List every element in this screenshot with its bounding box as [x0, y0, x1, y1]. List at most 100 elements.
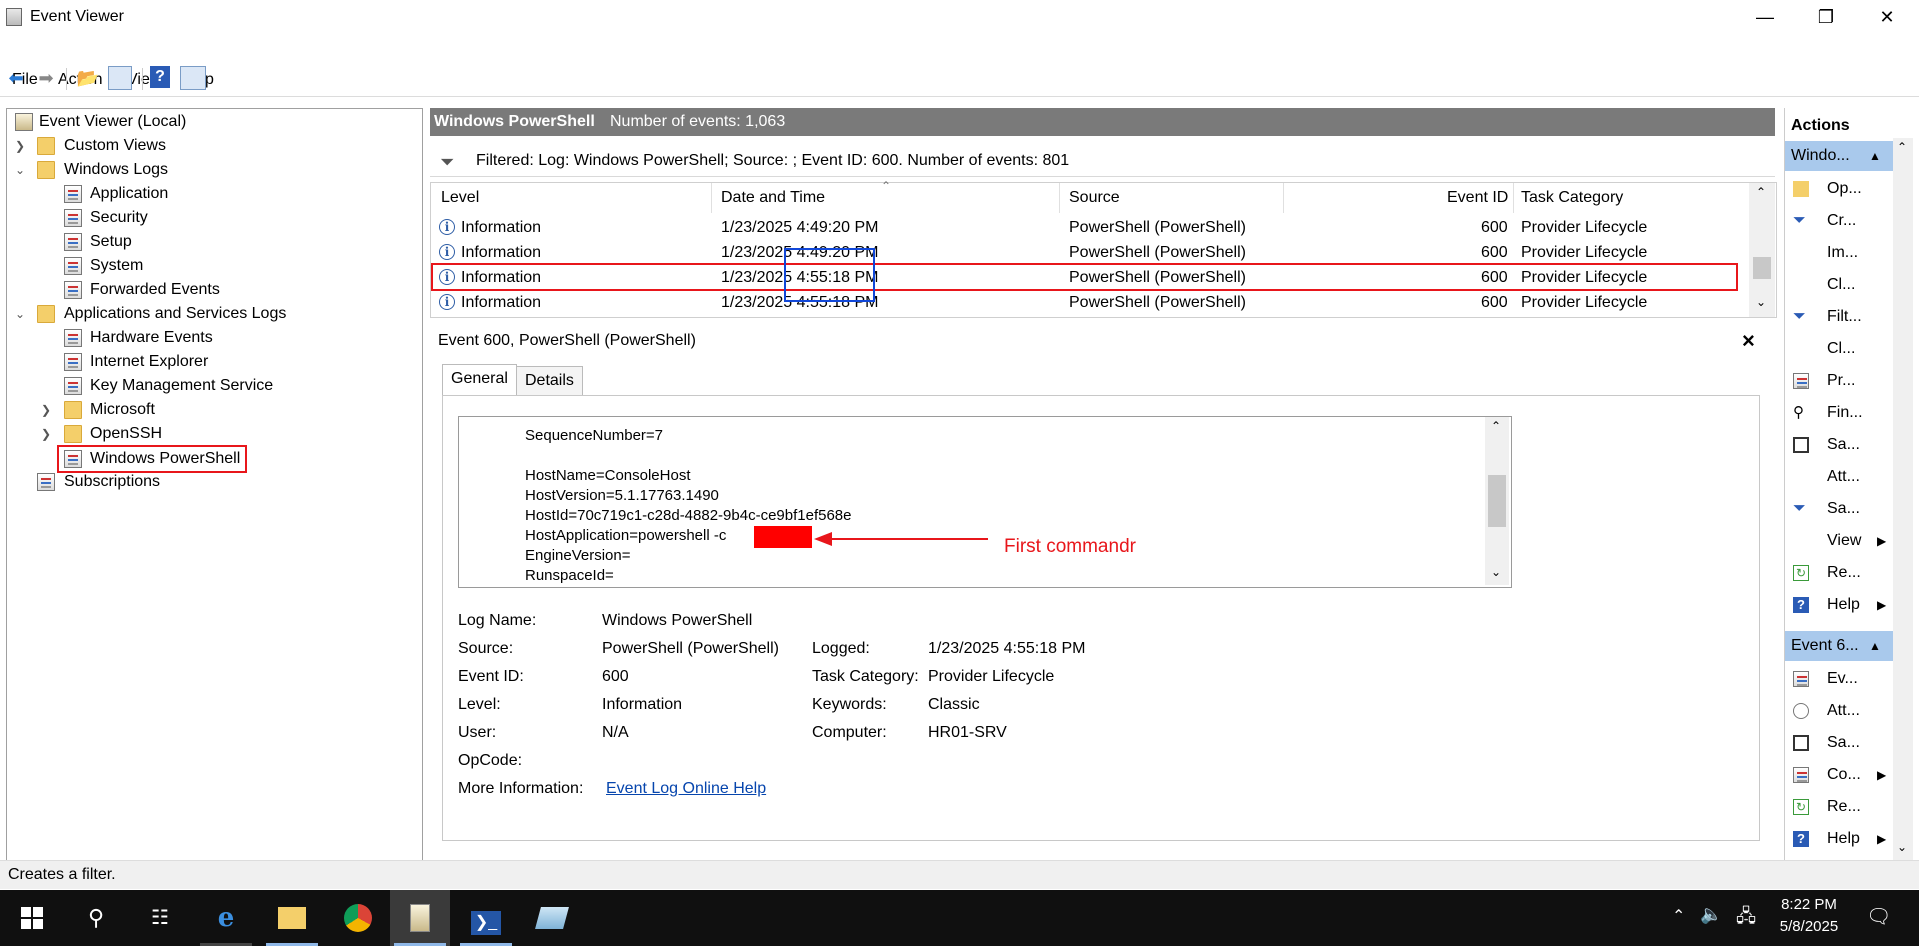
- collapse-chevron-icon[interactable]: ⌄: [13, 303, 27, 325]
- tree-item-windows-logs[interactable]: ⌄ Windows Logs: [7, 159, 407, 181]
- expand-chevron-icon[interactable]: ❯: [39, 423, 53, 445]
- show-hide-console-tree-icon[interactable]: [108, 66, 132, 90]
- action-help[interactable]: ? Help ▶: [1785, 589, 1891, 621]
- tree-item-security[interactable]: Security: [7, 207, 407, 229]
- tab-general[interactable]: General: [442, 364, 517, 396]
- tree-item-windows-powershell[interactable]: Windows PowerShell: [57, 445, 247, 473]
- subscriptions-icon: [37, 473, 55, 491]
- actions-scrollbar[interactable]: ⌃ ⌄: [1893, 138, 1913, 860]
- back-arrow-icon[interactable]: ⬅: [4, 66, 28, 90]
- tree-item-system[interactable]: System: [7, 255, 407, 277]
- chrome-icon[interactable]: [328, 890, 388, 946]
- clock-date[interactable]: 5/8/2025: [1774, 918, 1844, 935]
- tree-item-setup[interactable]: Setup: [7, 231, 407, 253]
- action-create-custom-view[interactable]: ⏷ Cr...: [1785, 205, 1891, 237]
- tree-item-custom-views[interactable]: ❯ Custom Views: [7, 135, 407, 157]
- section-event-600[interactable]: Event 6... ▲: [1785, 631, 1897, 661]
- expand-chevron-icon[interactable]: ❯: [39, 399, 53, 421]
- action-properties[interactable]: Pr...: [1785, 365, 1891, 397]
- action-clear-log[interactable]: Cl...: [1785, 269, 1891, 301]
- event-viewer-taskbar-icon[interactable]: [390, 890, 450, 946]
- close-detail-icon[interactable]: ×: [1742, 328, 1755, 354]
- section-windows-powershell[interactable]: Windo... ▲: [1785, 141, 1897, 171]
- action-find[interactable]: ⚲ Fin...: [1785, 397, 1891, 429]
- tree-item-forwarded-events[interactable]: Forwarded Events: [7, 279, 407, 301]
- show-hide-action-pane-icon[interactable]: [180, 66, 206, 90]
- action-import[interactable]: Im...: [1785, 237, 1891, 269]
- tree-item-applications-and-services-logs[interactable]: ⌄ Applications and Services Logs: [7, 303, 407, 325]
- tree-item-microsoft[interactable]: ❯ Microsoft: [7, 399, 407, 421]
- filter-save-icon: ⏷: [1793, 500, 1806, 517]
- help-icon[interactable]: ?: [150, 66, 170, 88]
- label-event-id: Event ID:: [458, 668, 524, 685]
- tree-item-application[interactable]: Application: [7, 183, 407, 205]
- event-message-box[interactable]: SequenceNumber=7 HostName=ConsoleHost Ho…: [458, 416, 1512, 588]
- tree-item-internet-explorer[interactable]: Internet Explorer: [7, 351, 407, 373]
- server-manager-icon[interactable]: [522, 890, 582, 946]
- scroll-up-icon[interactable]: ⌃: [1756, 185, 1766, 199]
- event-log-online-help-link[interactable]: Event Log Online Help: [606, 780, 766, 798]
- tree-item-openssh[interactable]: ❯ OpenSSH: [7, 423, 407, 445]
- tree-item-key-management-service[interactable]: Key Management Service: [7, 375, 407, 397]
- start-windows-icon[interactable]: [2, 890, 62, 946]
- column-divider[interactable]: [711, 183, 712, 213]
- task-view-icon[interactable]: ☷: [130, 890, 190, 946]
- table-row[interactable]: i Information 1/23/2025 4:55:18 PM Power…: [431, 291, 1746, 316]
- action-center-icon[interactable]: 🗨: [1866, 904, 1891, 929]
- column-header-event-id[interactable]: Event ID: [1447, 189, 1508, 207]
- up-folder-icon[interactable]: 📂: [76, 66, 100, 90]
- scroll-up-icon[interactable]: ⌃: [1897, 140, 1907, 154]
- action-open[interactable]: Op...: [1785, 173, 1891, 205]
- powershell-icon[interactable]: ❯_: [456, 890, 516, 946]
- action-view[interactable]: View ▶: [1785, 525, 1891, 557]
- action-save-selected[interactable]: Sa...: [1785, 727, 1891, 759]
- collapse-chevron-icon[interactable]: ⌄: [13, 159, 27, 181]
- collapse-up-icon[interactable]: ▲: [1869, 141, 1881, 171]
- tree-item-subscriptions[interactable]: Subscriptions: [7, 471, 407, 493]
- column-header-source[interactable]: Source: [1069, 189, 1120, 207]
- table-scrollbar[interactable]: ⌃ ⌄: [1749, 183, 1775, 317]
- action-save-filter[interactable]: ⏷ Sa...: [1785, 493, 1891, 525]
- network-icon[interactable]: 🖧: [1736, 904, 1756, 934]
- scroll-down-icon[interactable]: ⌄: [1756, 295, 1766, 309]
- internet-explorer-icon[interactable]: e: [196, 890, 256, 946]
- scroll-down-icon[interactable]: ⌄: [1491, 565, 1501, 579]
- message-scrollbar[interactable]: ⌃ ⌄: [1485, 417, 1509, 585]
- column-divider[interactable]: [1059, 183, 1060, 213]
- action-refresh-event[interactable]: ↻ Re...: [1785, 791, 1891, 823]
- volume-muted-icon[interactable]: 🔈: [1700, 904, 1722, 925]
- column-header-date-and-time[interactable]: Date and Time: [721, 189, 825, 207]
- minimize-button[interactable]: —: [1742, 4, 1788, 30]
- table-row[interactable]: i Information 1/23/2025 4:49:20 PM Power…: [431, 216, 1746, 241]
- scrollbar-thumb[interactable]: [1488, 475, 1506, 527]
- collapse-up-icon[interactable]: ▲: [1869, 631, 1881, 661]
- action-copy[interactable]: Co... ▶: [1785, 759, 1891, 791]
- action-save-all-events[interactable]: Sa...: [1785, 429, 1891, 461]
- expand-chevron-icon[interactable]: ❯: [13, 135, 27, 157]
- column-divider[interactable]: [1283, 183, 1284, 213]
- tree-label: Windows Logs: [64, 161, 169, 178]
- tree-item-hardware-events[interactable]: Hardware Events: [7, 327, 407, 349]
- column-divider[interactable]: [1513, 183, 1514, 213]
- action-help-event[interactable]: ? Help ▶: [1785, 823, 1891, 855]
- show-hidden-icons-chevron[interactable]: ⌃: [1672, 906, 1685, 926]
- scrollbar-thumb[interactable]: [1753, 257, 1771, 279]
- tab-details[interactable]: Details: [516, 366, 583, 396]
- clock-time[interactable]: 8:22 PM: [1774, 896, 1844, 913]
- tree-item-event-viewer-local[interactable]: Event Viewer (Local): [7, 111, 407, 133]
- search-icon[interactable]: ⚲: [66, 890, 126, 946]
- action-refresh[interactable]: ↻ Re...: [1785, 557, 1891, 589]
- forward-arrow-icon[interactable]: ➡: [34, 66, 58, 90]
- file-explorer-icon[interactable]: [262, 890, 322, 946]
- scroll-down-icon[interactable]: ⌄: [1897, 840, 1907, 854]
- action-event-properties[interactable]: Ev...: [1785, 663, 1891, 695]
- column-header-task-category[interactable]: Task Category: [1521, 189, 1623, 207]
- action-attach-task[interactable]: Att...: [1785, 461, 1891, 493]
- restore-button[interactable]: ❐: [1803, 4, 1849, 30]
- scroll-up-icon[interactable]: ⌃: [1491, 419, 1501, 433]
- action-filter[interactable]: ⏷ Filt...: [1785, 301, 1891, 333]
- column-header-level[interactable]: Level: [441, 189, 479, 207]
- close-button[interactable]: ✕: [1864, 4, 1910, 30]
- action-attach-task-event[interactable]: Att...: [1785, 695, 1891, 727]
- action-clear-filter[interactable]: Cl...: [1785, 333, 1891, 365]
